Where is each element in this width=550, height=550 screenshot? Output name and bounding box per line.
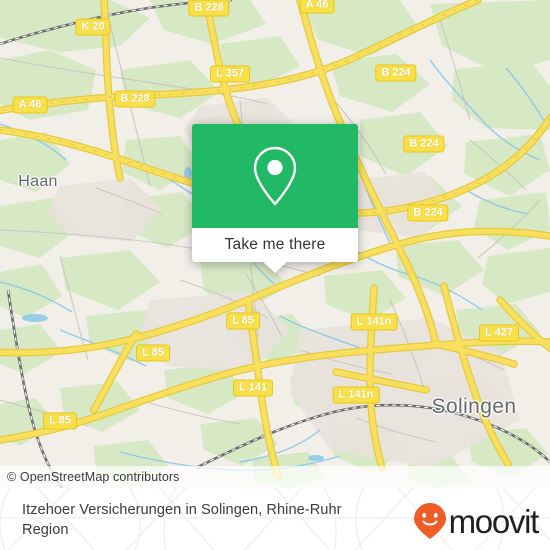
road-shield: L 85 [43, 412, 77, 430]
map-container[interactable]: B 228 A 46 K 20 L 357 B 224 B 228 A 46 B 224 B 2… [0, 0, 550, 488]
location-pin-icon [253, 146, 297, 206]
road-shield: L 357 [210, 65, 250, 83]
road-shield: L 141 [233, 379, 273, 397]
road-shield: B 228 [114, 90, 156, 108]
popup-pointer-tail [262, 261, 288, 273]
road-shield: L 85 [226, 312, 260, 330]
road-shield: L 141n [332, 386, 380, 404]
road-shield: A 46 [299, 0, 335, 14]
place-label-solingen: Solingen [431, 395, 517, 418]
map-popup-card[interactable]: Take me there [192, 124, 358, 273]
road-shield: K 20 [75, 18, 111, 36]
take-me-there-button[interactable]: Take me there [192, 228, 358, 262]
road-shield: B 224 [403, 135, 445, 153]
attribution-text: © OpenStreetMap contributors [7, 470, 180, 484]
place-label-haan: Haan [18, 173, 58, 190]
road-shield: L 427 [479, 324, 519, 342]
moovit-pin-smiley-icon [413, 503, 446, 539]
road-shield: B 228 [188, 0, 230, 17]
moovit-wordmark: moovit [448, 502, 540, 540]
moovit-logo[interactable]: moovit [413, 502, 540, 540]
road-shield: B 224 [407, 204, 449, 222]
map-attribution[interactable]: © OpenStreetMap contributors [0, 466, 550, 488]
page-title: Itzehoer Versicherungen in Solingen, Rhi… [22, 502, 342, 538]
road-shield: A 46 [12, 96, 48, 114]
road-shield: L 85 [136, 344, 170, 362]
take-me-there-label: Take me there [224, 236, 326, 253]
popup-header [192, 124, 358, 228]
road-shield: B 224 [375, 64, 417, 82]
road-shield: L 141n [350, 313, 398, 331]
page-footer: Itzehoer Versicherungen in Solingen, Rhi… [0, 488, 550, 550]
